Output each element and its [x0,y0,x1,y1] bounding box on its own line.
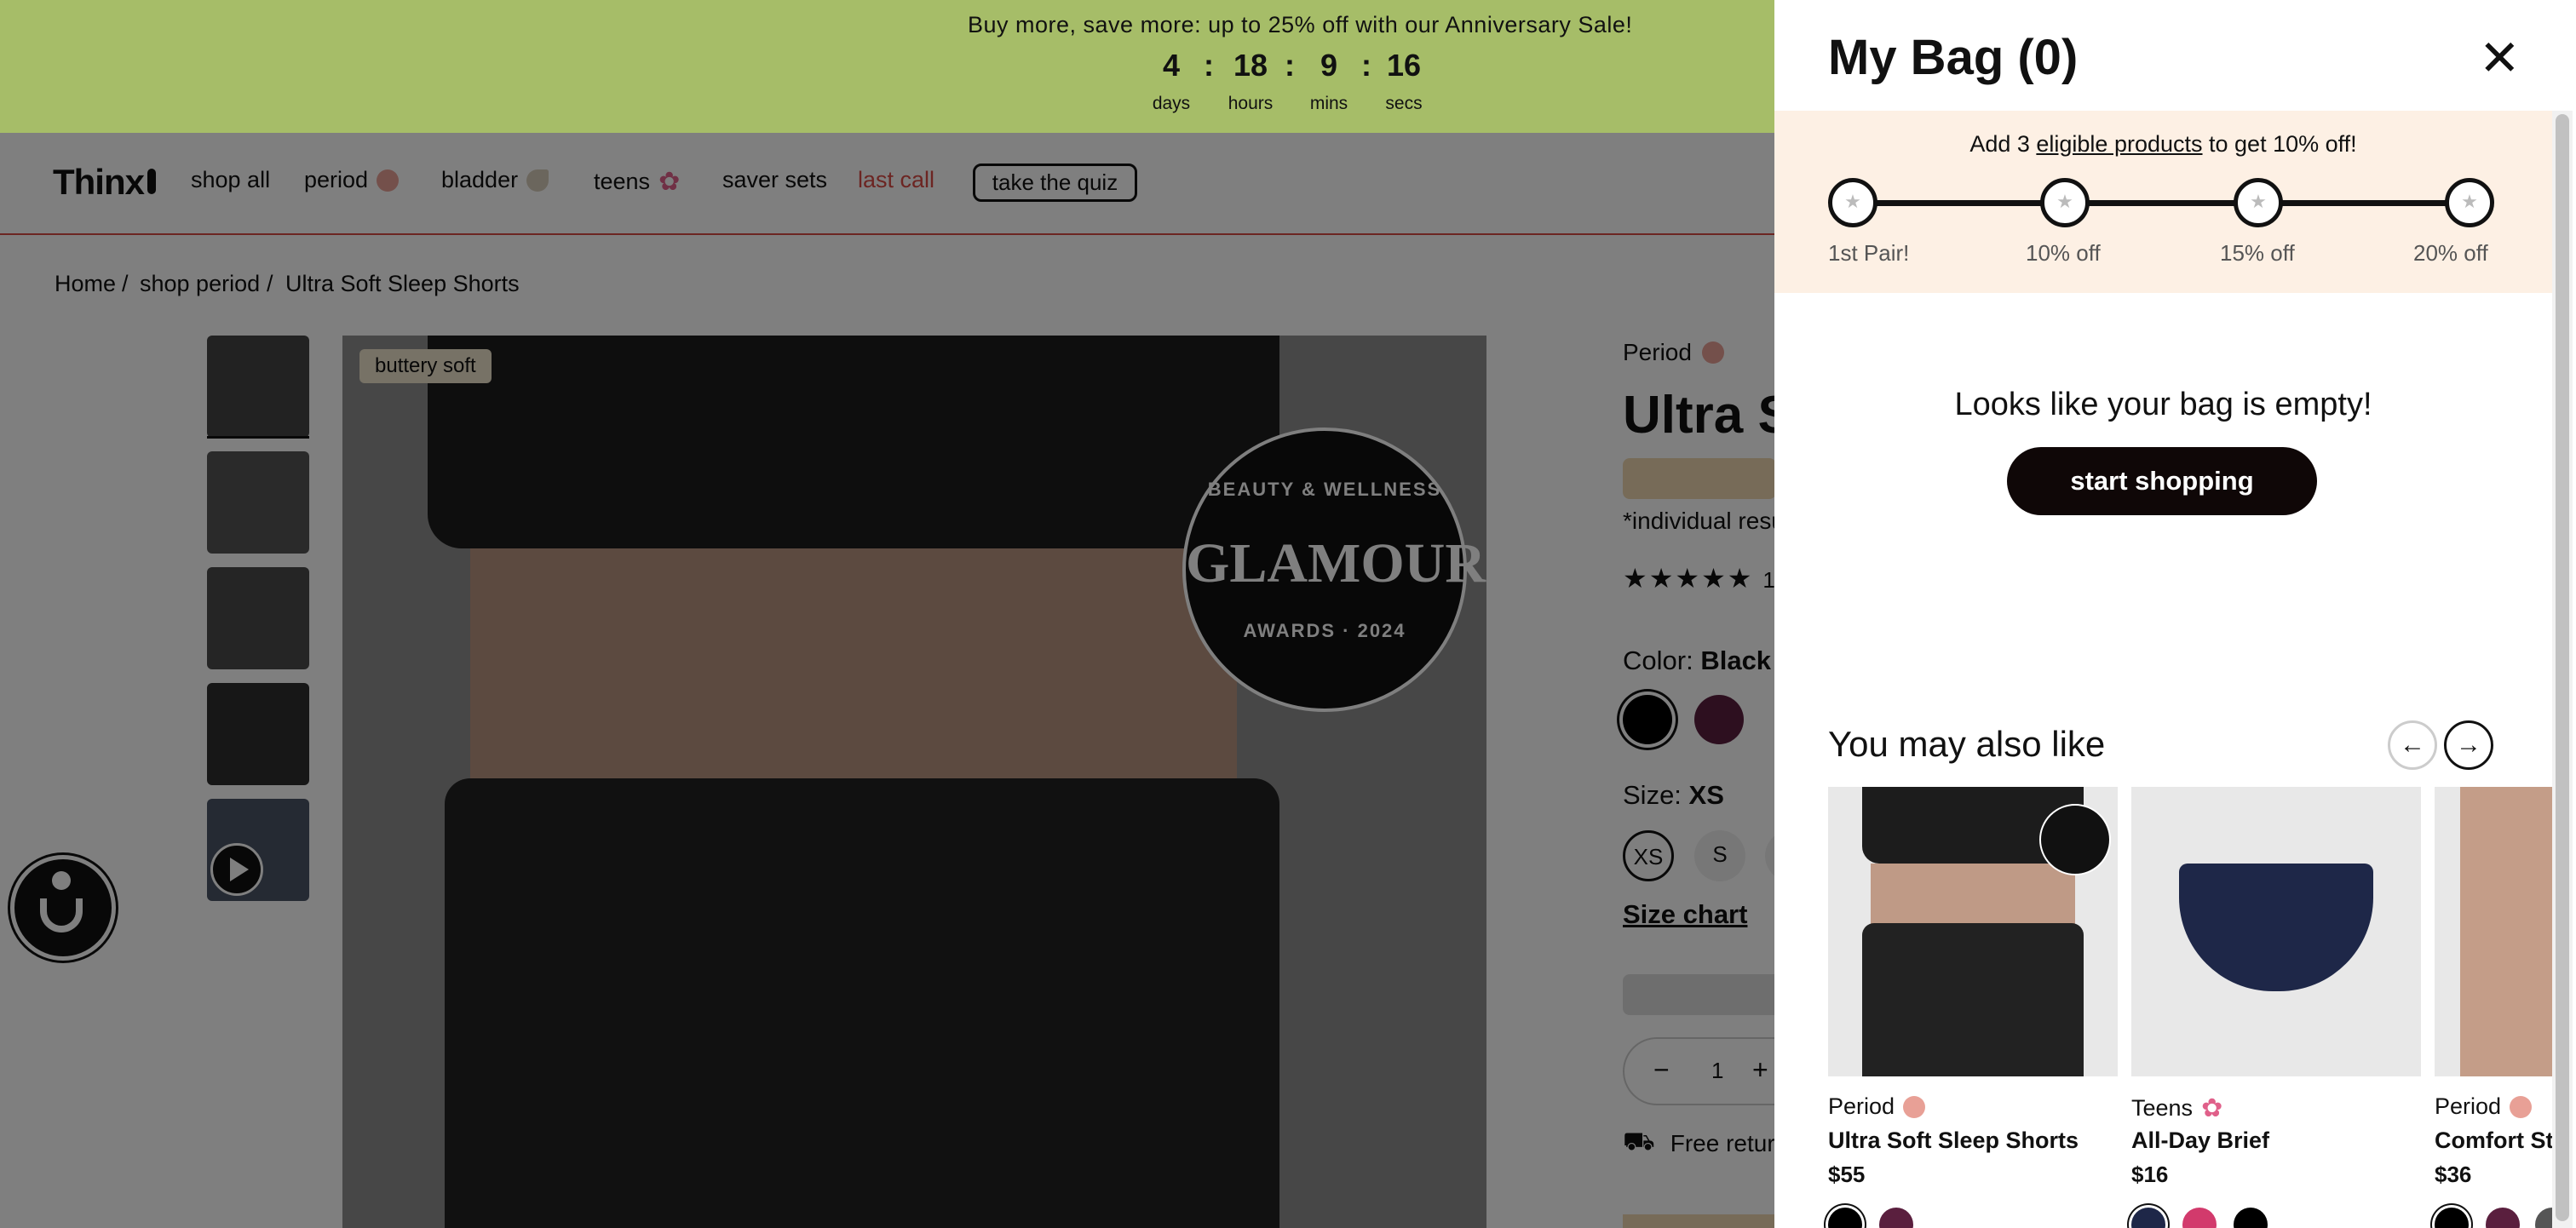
progress-track [1853,200,2470,206]
page-overlay[interactable] [0,133,1774,1228]
start-shopping-button[interactable]: start shopping [2007,447,2317,515]
rec-product-name[interactable]: Ultra Soft Sleep Shorts [1828,1128,2079,1154]
rec-category-label: Period [2435,1093,2502,1119]
announcement-text[interactable]: Buy more, save more: up to 25% off with … [968,12,1632,38]
countdown-days: 4 [1162,48,1181,83]
rec-category: Period [2435,1093,2533,1120]
rec-product-name[interactable]: Comfort St [2435,1128,2552,1154]
progress-step-label: 1st Pair! [1828,240,1910,266]
countdown-separator: : [1204,48,1214,83]
progress-step-label: 20% off [2413,240,2488,266]
countdown-mins: 9 [1320,48,1338,83]
glamour-award-badge [2039,804,2111,875]
drawer-scrollbar-thumb[interactable] [2556,114,2569,1221]
progress-step-star-icon: ★ [2234,178,2283,227]
countdown-hours: 18 [1233,48,1268,83]
recommendations-title: You may also like [1828,724,2106,764]
carousel-next-arrow-icon[interactable]: → [2444,720,2493,770]
progress-step-star-icon: ★ [2445,178,2494,227]
rec-product-price: $55 [1828,1162,1866,1187]
rec-category: Teens ✿ [2131,1093,2222,1123]
countdown-days-label: days [1152,94,1191,113]
progress-step-label: 10% off [2026,240,2101,266]
rec-category: Period [1828,1093,1926,1120]
period-dot-icon [1903,1095,1926,1118]
promo-prefix: Add 3 [1969,131,2037,157]
period-dot-icon [2510,1095,2533,1118]
countdown-secs: 16 [1386,48,1422,83]
rec-product-name[interactable]: All-Day Brief [2131,1128,2269,1154]
promo-text: Add 3 eligible products to get 10% off! [1774,131,2552,158]
progress-step-label: 15% off [2220,240,2295,266]
countdown-separator: : [1285,48,1295,83]
promo-suffix: to get 10% off! [2202,131,2357,157]
countdown-mins-label: mins [1309,94,1348,113]
countdown-secs-label: secs [1385,94,1423,113]
teens-flower-icon: ✿ [2201,1094,2223,1122]
bag-title: My Bag (0) [1828,30,2079,85]
rec-category-label: Period [1828,1093,1895,1119]
eligible-products-link[interactable]: eligible products [2036,131,2202,157]
rec-product-price: $36 [2435,1162,2472,1187]
rec-product-image[interactable] [2131,787,2421,1076]
carousel-prev-arrow-icon[interactable]: ← [2388,720,2437,770]
progress-step-star-icon: ★ [1828,178,1877,227]
rec-product-price: $16 [2131,1162,2169,1187]
progress-step-star-icon: ★ [2040,178,2090,227]
countdown-hours-label: hours [1228,94,1274,113]
rec-product-image[interactable] [2435,787,2552,1076]
rec-product-image[interactable] [1828,787,2118,1076]
rec-category-label: Teens [2131,1095,2194,1121]
empty-bag-message: Looks like your bag is empty! [1954,387,2372,422]
close-icon[interactable]: ✕ [2479,34,2521,83]
